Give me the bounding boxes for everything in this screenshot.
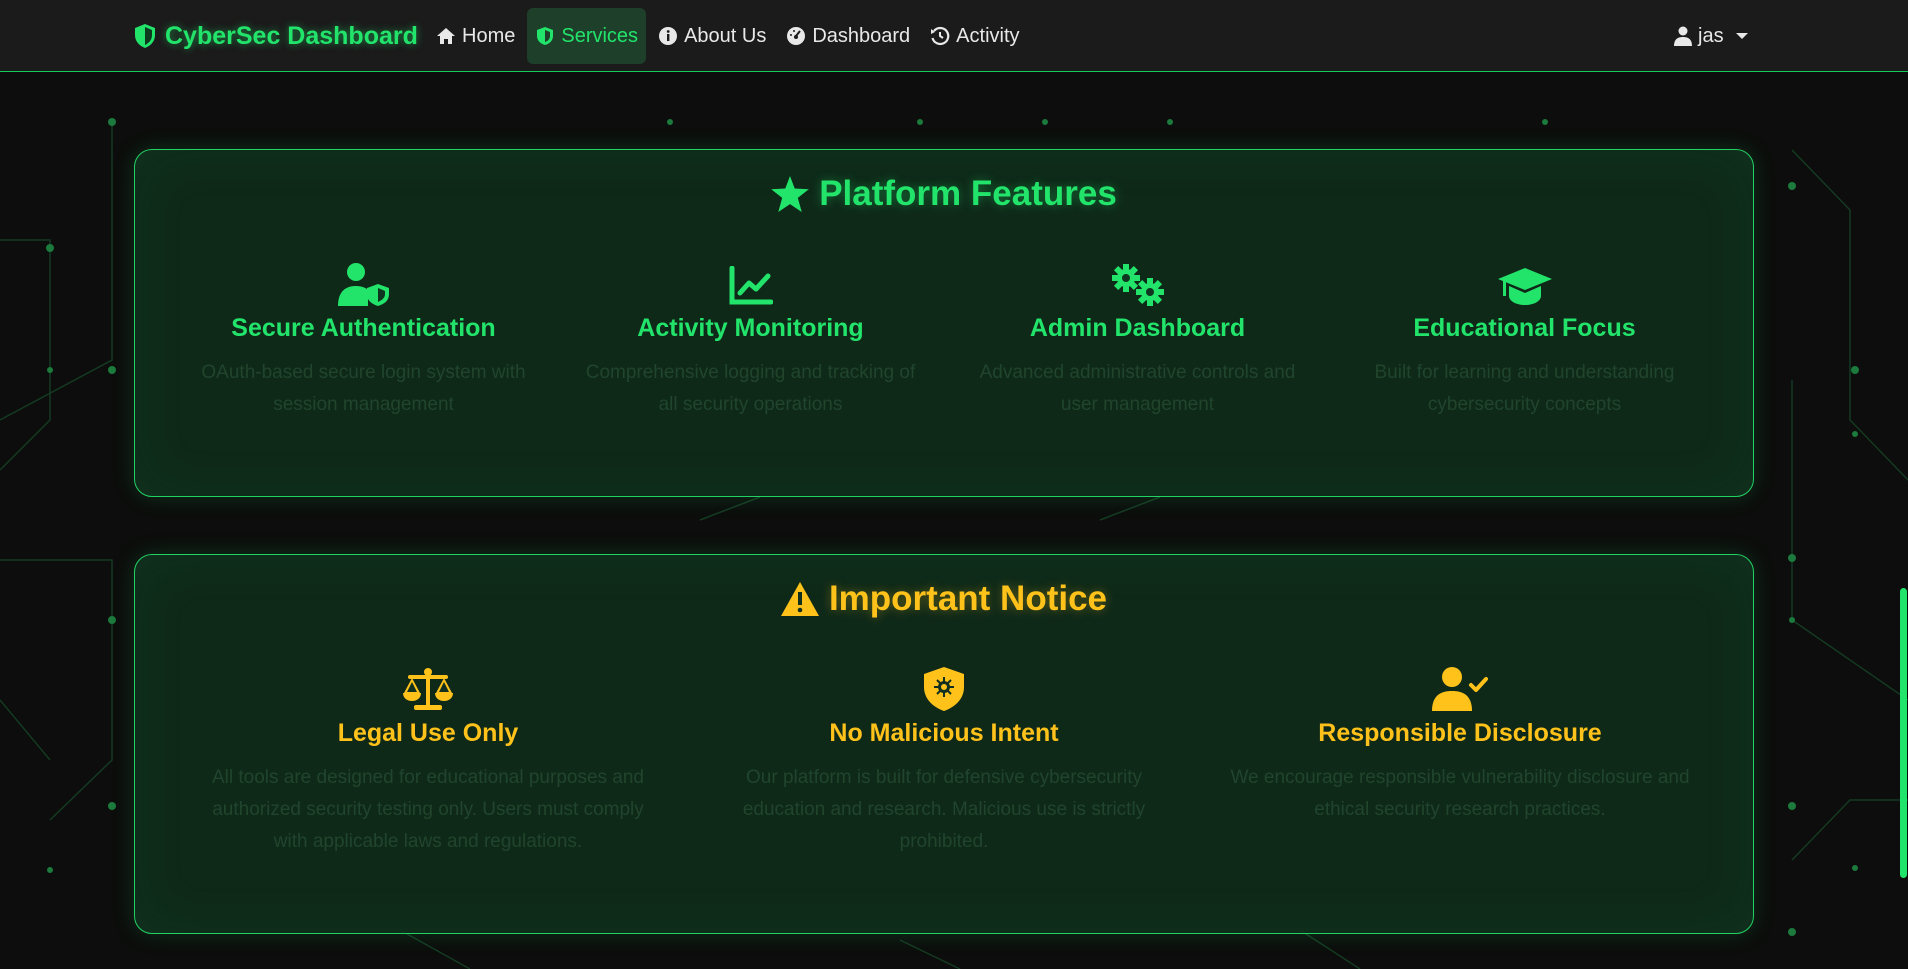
important-notice-panel: Important Notice Legal Use Only All tool… <box>134 554 1754 934</box>
graduation-cap-icon <box>1497 268 1552 305</box>
chart-line-icon <box>729 266 773 305</box>
feature-description: OAuth-based secure login system with ses… <box>201 362 526 415</box>
feature-card: Educational Focus Built for learning and… <box>1331 258 1718 421</box>
nav-services-label: Services <box>561 24 639 47</box>
shield-icon <box>537 27 554 45</box>
features-heading: Platform Features <box>135 170 1753 218</box>
features-cards: Secure Authentication OAuth-based secure… <box>135 258 1753 421</box>
notice-title: Important Notice <box>828 579 1108 618</box>
nav-links: Home Services About Us Dashboard Activit… <box>428 8 1028 64</box>
nav-home-label: Home <box>462 24 516 47</box>
info-icon <box>659 27 678 45</box>
notice-card-title: No Malicious Intent <box>829 719 1059 747</box>
notice-heading: Important Notice <box>135 575 1753 623</box>
home-icon <box>437 28 455 44</box>
notice-card-description: All tools are designed for educational p… <box>211 767 644 852</box>
feature-title: Admin Dashboard <box>1029 314 1246 342</box>
feature-description: Built for learning and understanding cyb… <box>1374 362 1675 415</box>
feature-card: Admin Dashboard Advanced administrative … <box>944 258 1331 421</box>
feature-card: Secure Authentication OAuth-based secure… <box>170 258 557 421</box>
user-name: jas <box>1698 24 1724 47</box>
notice-cards: Legal Use Only All tools are designed fo… <box>135 663 1753 858</box>
platform-features-panel: Platform Features Secure Authentication … <box>134 149 1754 497</box>
user-check-icon <box>1432 667 1488 711</box>
user-shield-icon <box>337 263 389 306</box>
feature-card: Activity Monitoring Comprehensive loggin… <box>557 258 944 421</box>
notice-card-description: We encourage responsible vulnerability d… <box>1230 767 1690 820</box>
scale-icon <box>403 668 453 710</box>
features-title: Platform Features <box>819 174 1117 213</box>
notice-card: No Malicious Intent Our platform is buil… <box>686 663 1202 858</box>
warning-icon <box>780 582 819 616</box>
brand-link[interactable]: CyberSec Dashboard <box>133 20 418 52</box>
notice-card-description: Our platform is built for defensive cybe… <box>742 767 1146 852</box>
notice-card-title: Responsible Disclosure <box>1318 719 1602 747</box>
nav-activity[interactable]: Activity <box>922 8 1027 64</box>
brand-name: CyberSec Dashboard <box>165 21 418 50</box>
shield-icon <box>135 24 155 48</box>
gauge-icon <box>787 27 806 45</box>
notice-card: Legal Use Only All tools are designed fo… <box>170 663 686 858</box>
nav-activity-label: Activity <box>956 24 1020 47</box>
shield-virus-icon <box>924 667 964 711</box>
nav-dashboard[interactable]: Dashboard <box>778 8 918 64</box>
notice-card: Responsible Disclosure We encourage resp… <box>1202 663 1718 858</box>
nav-home[interactable]: Home <box>428 8 523 64</box>
chevron-down-icon <box>1735 33 1748 39</box>
nav-dashboard-label: Dashboard <box>812 24 911 47</box>
user-icon <box>1674 26 1692 46</box>
top-navbar: CyberSec Dashboard Home Services About U… <box>0 0 1908 72</box>
feature-title: Educational Focus <box>1413 314 1636 342</box>
gears-icon <box>1111 264 1164 306</box>
user-menu-toggle[interactable]: jas <box>1674 20 1748 52</box>
feature-description: Advanced administrative controls and use… <box>979 362 1296 415</box>
nav-about-label: About Us <box>684 24 767 47</box>
scrollbar-thumb[interactable] <box>1900 588 1907 878</box>
page-scrollbar[interactable] <box>1898 72 1908 969</box>
star-icon <box>771 176 809 212</box>
feature-title: Secure Authentication <box>231 314 496 342</box>
notice-card-title: Legal Use Only <box>337 719 519 747</box>
nav-services[interactable]: Services <box>527 8 647 64</box>
feature-title: Activity Monitoring <box>637 314 864 342</box>
history-icon <box>931 26 950 46</box>
nav-about[interactable]: About Us <box>650 8 774 64</box>
feature-description: Comprehensive logging and tracking of al… <box>585 362 916 415</box>
